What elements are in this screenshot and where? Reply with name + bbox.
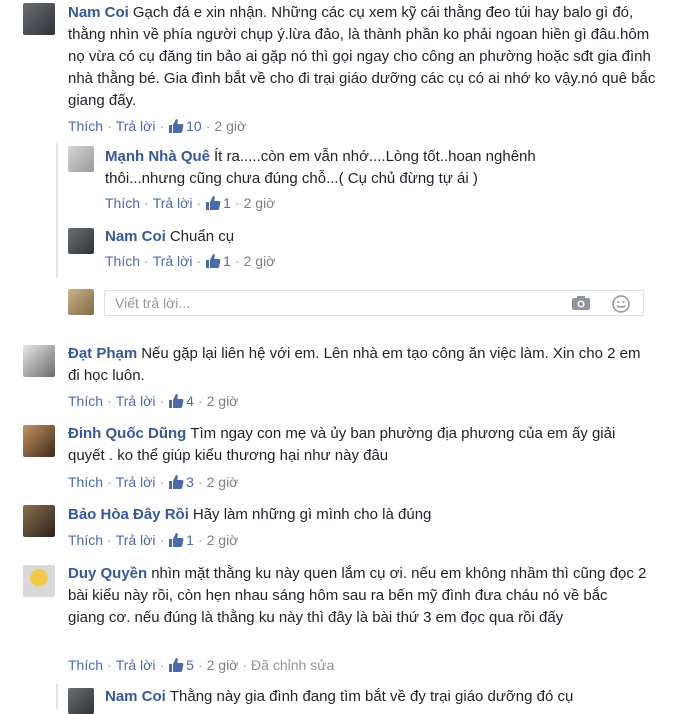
- reply-author[interactable]: Mạnh Nhà Quê: [105, 148, 210, 165]
- comment-text: Nếu gặp lại liên hệ với em. Lên nhà em t…: [68, 345, 641, 384]
- reply-text: Thằng này gia đình đang tìm bắt về đy tr…: [169, 688, 574, 705]
- reply-actions: Thích · Trả lời · 1 · 2 giờ: [105, 194, 275, 215]
- reply-link[interactable]: Trả lời: [153, 253, 193, 269]
- comment-actions: Thích · Trả lời · 3 · 2 giờ: [68, 473, 238, 494]
- edited-label[interactable]: Đã chỉnh sửa: [251, 657, 334, 673]
- avatar[interactable]: [68, 228, 94, 254]
- comment-author[interactable]: Bảo Hòa Đây Rồi: [68, 506, 189, 523]
- reply-link[interactable]: Trả lời: [116, 657, 156, 673]
- like-link[interactable]: Thích: [68, 118, 103, 134]
- avatar[interactable]: [68, 146, 94, 172]
- timestamp[interactable]: 2 giờ: [207, 657, 239, 673]
- reply-body: Nam Coi Chuẩn cụ: [105, 226, 585, 248]
- timestamp[interactable]: 2 giờ: [214, 118, 246, 134]
- avatar[interactable]: [23, 505, 55, 537]
- thumbs-up-icon[interactable]: [168, 393, 184, 413]
- reply-text: Chuẩn cụ: [169, 228, 235, 245]
- reply-thread-line: [56, 143, 58, 278]
- like-count[interactable]: 1: [223, 253, 231, 269]
- avatar[interactable]: [23, 565, 55, 597]
- comment-actions: Thích · Trả lời · 4 · 2 giờ: [68, 392, 238, 413]
- reply-body: Nam Coi Thằng này gia đình đang tìm bắt v…: [105, 686, 675, 708]
- reply-input[interactable]: [113, 291, 557, 315]
- comment-actions: Thích · Trả lời · 5 · 2 giờ · Đã chỉnh sửa: [68, 656, 334, 677]
- like-link[interactable]: Thích: [105, 195, 140, 211]
- thumbs-up-icon[interactable]: [168, 474, 184, 494]
- avatar[interactable]: [23, 345, 55, 377]
- reply-input-box[interactable]: [104, 290, 644, 316]
- comment-author[interactable]: Duy Quyền: [68, 565, 147, 582]
- comment-body: Bảo Hòa Đây Rồi Hãy làm những gì mình cho…: [68, 504, 648, 526]
- reply-link[interactable]: Trả lời: [116, 393, 156, 409]
- comment-text: Gạch đá e xin nhận. Những các cụ xem kỹ …: [68, 4, 656, 109]
- like-count[interactable]: 1: [186, 532, 194, 548]
- reply-body: Mạnh Nhà Quê Ít ra.....còn em vẫn nhớ....…: [105, 146, 585, 190]
- comment-body: Đạt Phạm Nếu gặp lại liên hệ với em. Lên …: [68, 343, 648, 387]
- timestamp[interactable]: 2 giờ: [244, 195, 276, 211]
- like-count[interactable]: 4: [186, 393, 194, 409]
- like-count[interactable]: 5: [186, 657, 194, 673]
- reply-link[interactable]: Trả lời: [153, 195, 193, 211]
- camera-icon[interactable]: [571, 295, 591, 315]
- like-link[interactable]: Thích: [68, 532, 103, 548]
- timestamp[interactable]: 2 giờ: [207, 393, 239, 409]
- emoji-icon[interactable]: [612, 295, 630, 317]
- avatar[interactable]: [68, 688, 94, 714]
- like-count[interactable]: 3: [186, 474, 194, 490]
- like-count[interactable]: 10: [186, 118, 202, 134]
- reply-author[interactable]: Nam Coi: [105, 228, 166, 245]
- comment-author[interactable]: Đạt Phạm: [68, 345, 137, 362]
- comment-author[interactable]: Đinh Quốc Dũng: [68, 425, 186, 442]
- like-count[interactable]: 1: [223, 195, 231, 211]
- comment-body: Duy Quyền nhìn mặt thằng ku này quen lắm …: [68, 563, 648, 629]
- reply-link[interactable]: Trả lời: [116, 118, 156, 134]
- reply-link[interactable]: Trả lời: [116, 474, 156, 490]
- like-link[interactable]: Thích: [105, 253, 140, 269]
- comment-text: nhìn mặt thằng ku này quen lắm cụ ơi. nế…: [68, 565, 647, 626]
- reply-thread-line: [56, 684, 58, 709]
- comment-actions: Thích · Trả lời · 10 · 2 giờ: [68, 117, 246, 138]
- avatar[interactable]: [23, 425, 55, 457]
- comment-body: Đinh Quốc Dũng Tìm ngay con mẹ và ủy ban …: [68, 423, 648, 467]
- thumbs-up-icon[interactable]: [168, 532, 184, 552]
- timestamp[interactable]: 2 giờ: [207, 474, 239, 490]
- comment-body: Nam Coi Gạch đá e xin nhận. Những các cụ …: [68, 2, 658, 112]
- thumbs-up-icon[interactable]: [168, 657, 184, 677]
- comment-actions: Thích · Trả lời · 1 · 2 giờ: [68, 531, 238, 552]
- reply-link[interactable]: Trả lời: [116, 532, 156, 548]
- like-link[interactable]: Thích: [68, 474, 103, 490]
- thumbs-up-icon[interactable]: [168, 118, 184, 138]
- timestamp[interactable]: 2 giờ: [244, 253, 276, 269]
- thumbs-up-icon[interactable]: [205, 253, 221, 273]
- reply-author[interactable]: Nam Coi: [105, 688, 166, 705]
- like-link[interactable]: Thích: [68, 657, 103, 673]
- reply-actions: Thích · Trả lời · 1 · 2 giờ: [105, 252, 275, 273]
- comment-text: Hãy làm những gì mình cho là đúng: [192, 506, 432, 523]
- thumbs-up-icon[interactable]: [205, 195, 221, 215]
- comment-author[interactable]: Nam Coi: [68, 4, 129, 21]
- like-link[interactable]: Thích: [68, 393, 103, 409]
- current-user-avatar: [68, 289, 94, 315]
- timestamp[interactable]: 2 giờ: [207, 532, 239, 548]
- avatar[interactable]: [23, 3, 55, 35]
